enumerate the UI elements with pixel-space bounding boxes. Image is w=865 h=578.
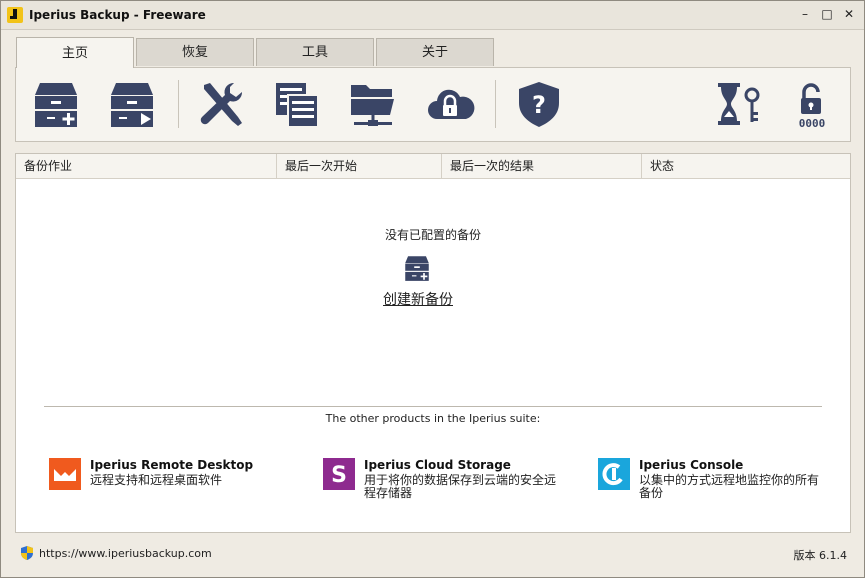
help-shield-icon: ? [519,82,559,127]
unlock-code-icon: 0000 [799,83,826,129]
product-console[interactable]: Iperius Console 以集中的方式远程地监控你的所有备份 [598,458,824,500]
maximize-button[interactable]: □ [816,5,838,23]
product-description: 用于将你的数据保存到云端的安全远程存储器 [364,473,557,500]
svg-text:S: S [331,463,347,487]
app-logo-icon [7,7,23,23]
app-window: Iperius Backup - Freeware – □ ✕ 主页 恢复 工具… [0,0,865,578]
security-shield-icon [21,546,33,560]
run-backup-icon [111,83,153,127]
website-link[interactable]: https://www.iperiusbackup.com [39,547,212,560]
unlock-code-text: 0000 [799,117,826,129]
suite-divider [44,406,822,407]
new-backup-icon [35,83,77,127]
backup-jobs-panel: 备份作业 最后一次开始 最后一次的结果 状态 没有已配置的备份 创建新备份 Th… [15,153,851,533]
window-title: Iperius Backup - Freeware [29,8,206,22]
minimize-button[interactable]: – [794,5,816,23]
suite-caption: The other products in the Iperius suite: [325,412,541,425]
empty-jobs-message: 没有已配置的备份 [384,228,481,242]
logs-button[interactable] [271,78,323,130]
toolbar-separator [178,80,179,128]
svg-text:?: ? [532,91,546,119]
column-header-last-result[interactable]: 最后一次的结果 [442,154,642,178]
create-backup-link[interactable]: 创建新备份 [16,289,820,309]
version-label: 版本 6.1.4 [793,549,848,562]
tab-about[interactable]: 关于 [376,38,494,66]
logs-icon [276,83,319,128]
create-backup-icon[interactable] [402,254,432,285]
run-backup-button[interactable] [106,78,158,130]
column-header-status[interactable]: 状态 [642,154,850,178]
hourglass-key-icon [718,83,760,125]
status-bar: https://www.iperiusbackup.com 版本 6.1.4 [15,542,851,566]
product-name: Iperius Console [639,458,744,472]
tools-icon [200,82,243,126]
toolbar-separator [495,80,496,128]
tools-button[interactable] [195,78,247,130]
product-description: 以集中的方式远程地监控你的所有备份 [639,473,820,500]
product-cloud-storage[interactable]: S Iperius Cloud Storage 用于将你的数据保存到云端的安全远… [323,458,559,500]
column-header-job[interactable]: 备份作业 [16,154,277,178]
cloud-lock-button[interactable] [424,78,476,130]
toolbar: ? 0000 [15,67,851,142]
new-backup-button[interactable] [30,78,82,130]
title-bar[interactable]: Iperius Backup - Freeware – □ ✕ [1,1,864,30]
cloud-lock-icon [428,89,475,119]
unlock-button[interactable]: 0000 [786,78,838,130]
tab-restore[interactable]: 恢复 [136,38,254,66]
tab-tools[interactable]: 工具 [256,38,374,66]
network-folder-button[interactable] [347,78,399,130]
license-button[interactable] [713,78,765,130]
cloud-storage-logo-icon: S [323,458,355,490]
help-button[interactable]: ? [513,78,565,130]
product-remote-desktop[interactable]: Iperius Remote Desktop 远程支持和远程桌面软件 [49,458,290,490]
column-header-last-start[interactable]: 最后一次开始 [277,154,442,178]
remote-desktop-logo-icon [49,458,81,490]
main-tabs: 主页 恢复 工具 关于 [16,37,496,68]
product-description: 远程支持和远程桌面软件 [90,473,223,487]
console-logo-icon [598,458,630,490]
network-folder-icon [351,85,394,126]
tab-home[interactable]: 主页 [16,37,134,68]
jobs-table-header: 备份作业 最后一次开始 最后一次的结果 状态 [16,154,850,179]
product-name: Iperius Cloud Storage [364,458,511,472]
product-name: Iperius Remote Desktop [90,458,254,472]
close-button[interactable]: ✕ [838,5,860,23]
